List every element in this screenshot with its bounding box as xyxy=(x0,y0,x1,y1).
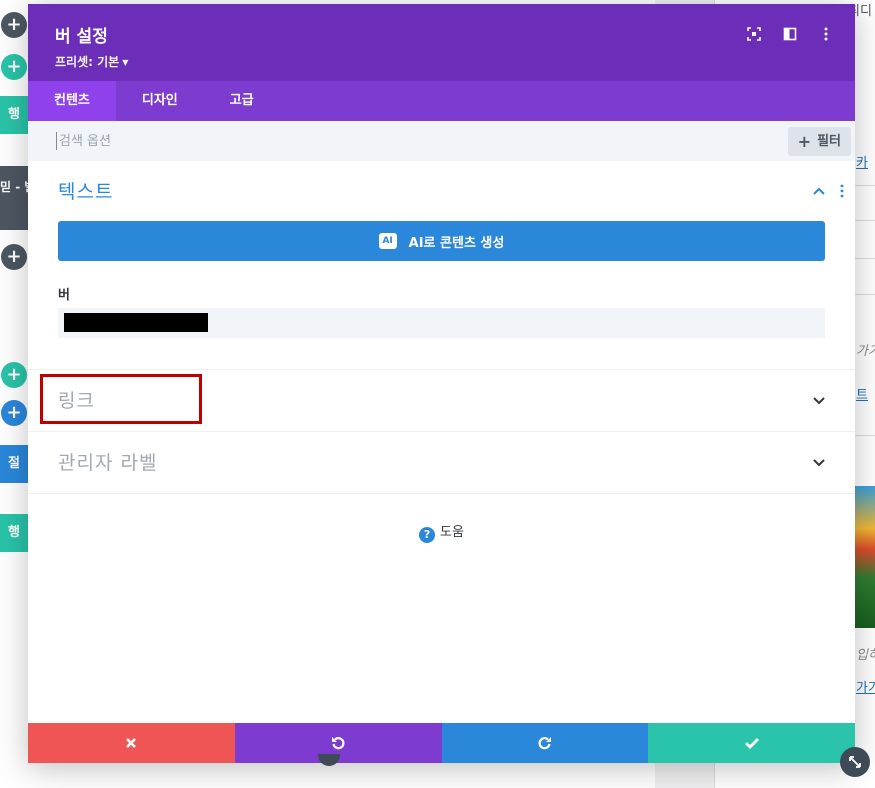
sidebar-link-2[interactable]: 가기 xyxy=(856,677,875,696)
chevron-down-icon[interactable] xyxy=(811,454,827,470)
module-indicator xyxy=(318,754,340,766)
undo-icon xyxy=(332,737,345,750)
text-field-label: 버 xyxy=(58,288,70,303)
resize-handle[interactable] xyxy=(840,747,870,777)
section-link-header[interactable]: 링크 xyxy=(28,370,855,431)
sidebar-divider xyxy=(855,258,875,259)
search-options-input[interactable] xyxy=(56,132,656,150)
modal-title: 버 설정 xyxy=(55,27,108,47)
filter-button[interactable]: + 필터 xyxy=(787,127,851,156)
sidebar-divider xyxy=(855,185,875,186)
section-admin-label: 관리자 라벨 xyxy=(28,432,855,494)
focus-icon[interactable] xyxy=(747,26,761,41)
section-text: 텍스트 xyxy=(28,161,855,370)
sidebar-link[interactable]: 트 xyxy=(856,384,868,403)
sidebar-game-image xyxy=(855,486,875,628)
sidebar-text: 가기 xyxy=(856,344,875,359)
help-label: 도움 xyxy=(440,525,464,540)
builder-left-rail: + + 행 믿 - 발미 + + + 절 행 xyxy=(0,0,28,788)
caret-down-icon: ▼ xyxy=(122,58,129,67)
sidebar-link-category[interactable]: 카 xyxy=(856,152,868,171)
modal-header: 버 설정 프리셋: 기본 ▼ xyxy=(28,4,855,81)
expand-icon xyxy=(849,756,861,768)
section-title-text: 텍스트 xyxy=(58,181,114,203)
plus-icon: + xyxy=(797,132,812,151)
modal-tabs: 컨텐츠 디자인 고급 xyxy=(28,81,855,121)
add-section-button-2[interactable]: + xyxy=(1,400,27,426)
columns-icon[interactable] xyxy=(783,26,797,41)
tab-design[interactable]: 디자인 xyxy=(116,81,204,121)
sidebar-text-2: 입하 xyxy=(856,648,875,663)
sidebar-divider xyxy=(855,220,875,221)
section-admin-label-header[interactable]: 관리자 라벨 xyxy=(28,432,855,493)
search-bar: + 필터 xyxy=(28,121,855,161)
help-icon: ? xyxy=(419,527,436,543)
row-tab-2[interactable]: 행 xyxy=(0,514,28,552)
section-text-header[interactable]: 텍스트 xyxy=(28,161,855,222)
sidebar-divider xyxy=(855,294,875,295)
section-tab[interactable]: 절 xyxy=(0,445,28,483)
check-icon xyxy=(744,738,759,749)
chevron-up-icon[interactable] xyxy=(811,183,827,199)
add-row-button-2[interactable]: + xyxy=(1,362,27,388)
redacted-value xyxy=(64,313,208,332)
add-section-button[interactable]: + xyxy=(1,12,27,38)
preset-selector[interactable]: 프리셋: 기본 ▼ xyxy=(55,53,128,70)
filter-label: 필터 xyxy=(817,134,841,149)
add-module-button[interactable]: + xyxy=(1,244,27,270)
section-title-admin-label: 관리자 라벨 xyxy=(58,452,158,474)
redo-button[interactable] xyxy=(441,723,649,763)
redo-icon xyxy=(538,737,551,750)
preset-label: 프리셋: 기본 xyxy=(55,55,120,69)
chevron-down-icon[interactable] xyxy=(811,392,827,408)
ai-generate-button[interactable]: AI AI로 콘텐츠 생성 xyxy=(58,221,825,261)
module-tab[interactable]: 믿 - 발미 xyxy=(0,166,28,230)
add-row-button[interactable]: + xyxy=(1,54,27,80)
close-icon xyxy=(126,738,137,748)
modal-footer xyxy=(28,723,855,763)
more-vertical-icon[interactable] xyxy=(839,183,845,199)
tab-advanced[interactable]: 고급 xyxy=(204,81,280,121)
ai-icon: AI xyxy=(378,233,397,249)
module-settings-modal: 버 설정 프리셋: 기본▼ 컨텐츠 디자인 고급 + 필터 텍스트 xyxy=(28,4,855,763)
row-tab[interactable]: 행 xyxy=(0,96,28,134)
sidebar-divider xyxy=(855,435,875,436)
tab-content[interactable]: 컨텐츠 xyxy=(28,81,116,121)
ai-button-label: AI로 콘텐츠 생성 xyxy=(408,235,505,251)
help-link[interactable]: ? 도움 xyxy=(28,521,855,543)
section-link: 링크 xyxy=(28,370,855,432)
section-title-link: 링크 xyxy=(58,390,95,412)
more-vertical-icon[interactable] xyxy=(819,26,833,41)
cancel-button[interactable] xyxy=(28,723,235,763)
save-button[interactable] xyxy=(648,723,855,763)
